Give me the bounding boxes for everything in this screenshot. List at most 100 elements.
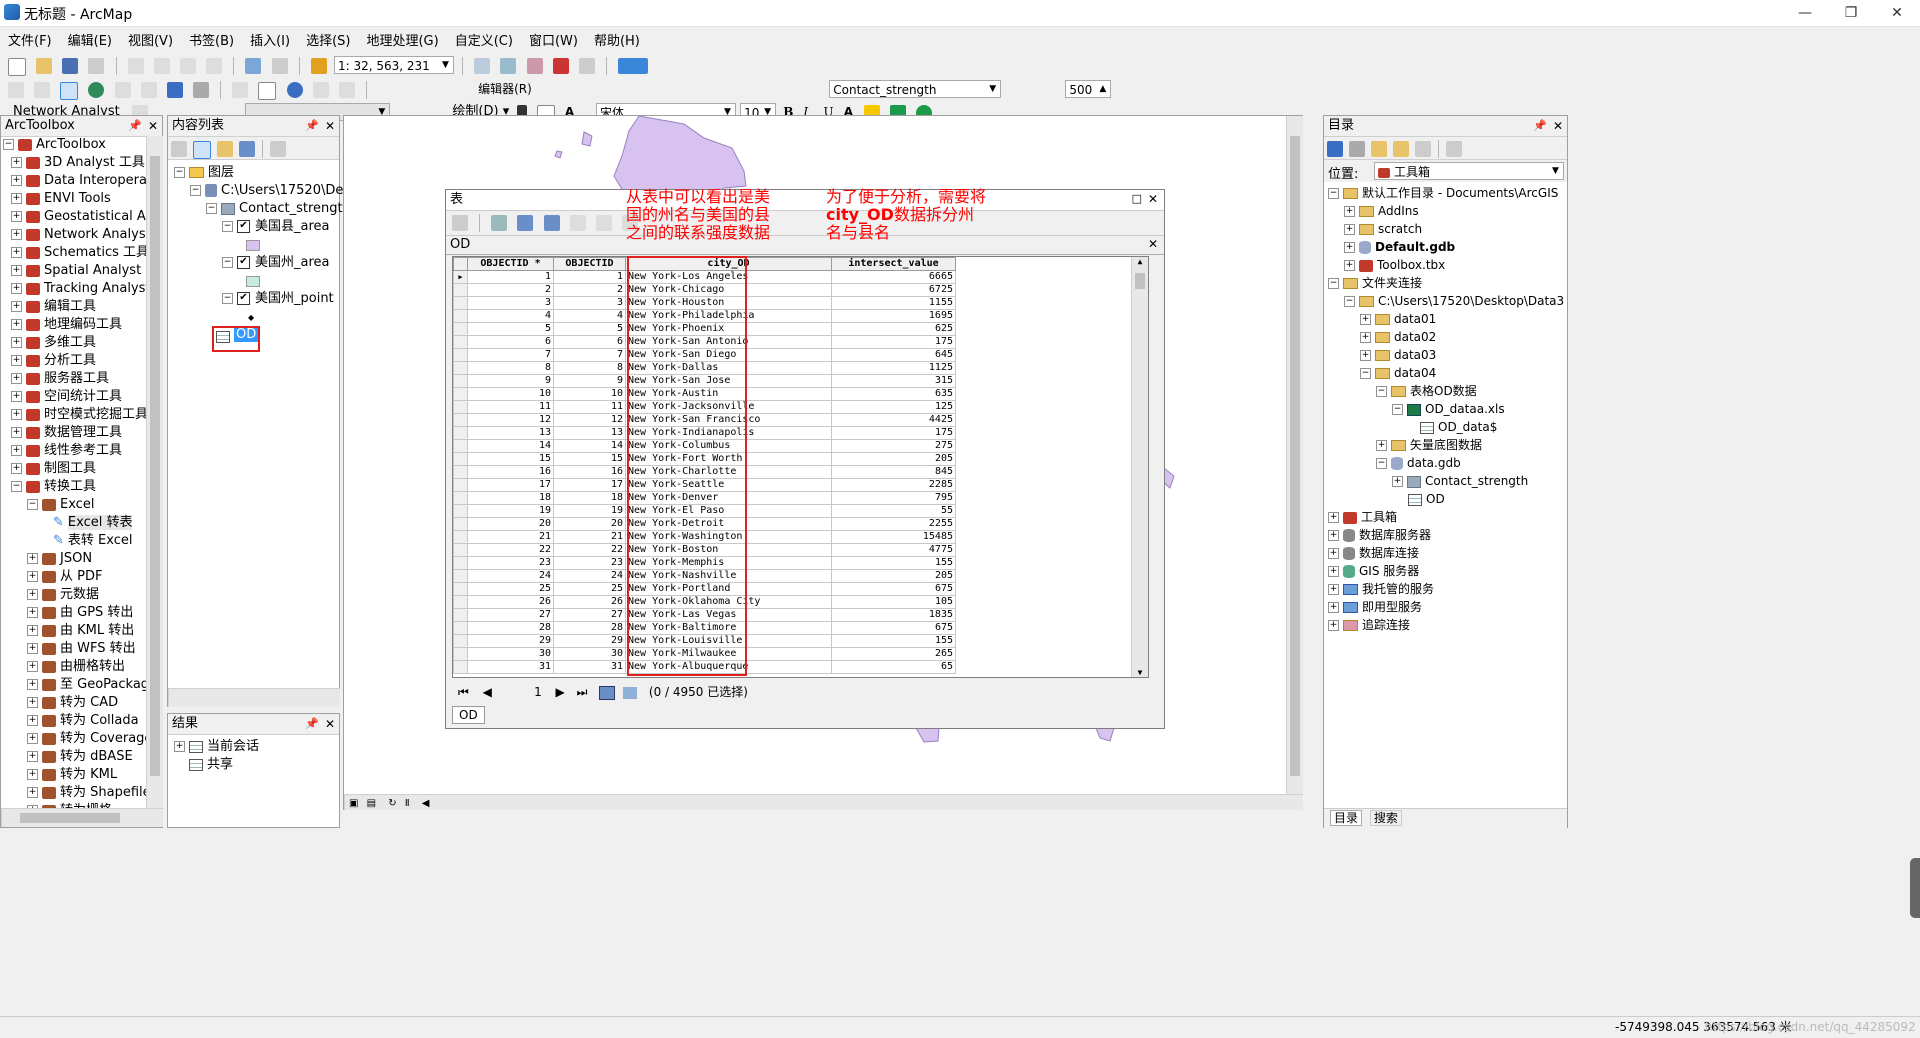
toc-dataset-contact-strength[interactable]: Contact_strength [239,201,351,216]
cat-od-table[interactable]: OD [1426,492,1445,506]
toolbox-item[interactable]: + 时空模式挖掘工具 [1,406,146,424]
col-header-intersect-value[interactable]: intersect_value [831,257,956,271]
close-icon[interactable]: ✕ [1148,192,1158,206]
print-icon[interactable] [88,58,105,74]
toolbox-item[interactable]: + 线性参考工具 [1,442,146,460]
open-icon[interactable] [36,58,53,74]
up-level-icon[interactable] [1371,141,1387,157]
toc-layer-state-area[interactable]: 美国州_area [255,255,330,270]
attribute-grid[interactable]: OBJECTID * OBJECTID city_OD intersect_va… [452,256,1149,678]
map-scale-combo[interactable]: 1: 32, 563, 231 ▼ [333,56,454,74]
select-elements-icon[interactable] [258,82,277,100]
toolbox-item[interactable]: + ENVI Tools [1,190,146,208]
row-selector[interactable] [453,309,468,323]
cat-data01[interactable]: data01 [1394,312,1436,326]
row-selector[interactable] [453,452,468,466]
toolset-item[interactable]: + 由 WFS 转出 [1,640,146,658]
cat-scratch[interactable]: scratch [1378,222,1422,236]
identify-icon[interactable] [286,82,303,98]
toolbox-item[interactable]: + Schematics 工具 [1,244,146,262]
close-button[interactable]: ✕ [1874,0,1920,26]
cat-toolbox-tbx[interactable]: Toolbox.tbx [1377,258,1445,272]
toolset-item[interactable]: + 元数据 [1,586,146,604]
toolset-item[interactable]: + 转为 CAD [1,694,146,712]
clear-selection-icon[interactable] [569,215,586,231]
refresh-button[interactable]: ↻ [388,798,396,809]
zoom-to-selected-icon[interactable] [595,215,612,231]
row-selector[interactable] [453,660,468,674]
toolbox-item[interactable]: +Data Interoperability 工具 [1,172,146,190]
cat-ready-services[interactable]: 即用型服务 [1362,600,1422,614]
minimize-button[interactable]: — [1782,0,1828,26]
toolbox-item[interactable]: +3D Analyst 工具 [1,154,146,172]
switch-selection-icon[interactable] [543,215,560,231]
scroll-left-button[interactable]: ◀ [422,798,430,809]
pause-drawing-button[interactable]: Ⅱ [405,798,410,809]
close-icon[interactable]: ✕ [1553,116,1563,136]
cat-database-connections[interactable]: 数据库连接 [1359,546,1419,560]
redo-icon[interactable] [271,58,288,74]
list-by-selection-icon[interactable] [239,141,255,157]
row-selector[interactable] [453,556,468,570]
cat-addins[interactable]: AddIns [1378,204,1419,218]
row-selector[interactable] [453,400,468,414]
cut-icon[interactable] [127,58,144,74]
tool-table-to-excel[interactable]: 表转 Excel [68,533,133,548]
menu-view[interactable]: 视图(V) [120,28,181,51]
results-current-session[interactable]: 当前会话 [207,739,259,754]
show-selected-records-icon[interactable] [623,686,638,699]
copy-icon[interactable] [153,58,170,74]
maximize-icon[interactable]: □ [1132,192,1142,205]
layout-view-button[interactable]: ▤ [367,798,376,809]
last-record-button[interactable]: ⏭ [577,685,588,699]
layer-visibility-checkbox[interactable]: ✔ [237,292,250,305]
row-selector[interactable] [453,374,468,388]
zoom-value-combo[interactable]: 500 ▲ [1065,80,1112,98]
row-selector[interactable] [453,608,468,622]
cat-od-xls[interactable]: OD_dataa.xls [1425,402,1505,416]
connect-folder-icon[interactable] [1415,141,1431,157]
row-selector[interactable] [453,491,468,505]
toolset-item[interactable]: + 由栅格转出 [1,658,146,676]
cat-my-hosted-services[interactable]: 我托管的服务 [1362,582,1434,596]
save-icon[interactable] [62,58,79,74]
zoom-out-icon[interactable] [34,82,51,98]
find-icon[interactable] [312,82,329,98]
row-selector[interactable] [453,465,468,479]
undo-icon[interactable] [245,58,262,74]
restore-button[interactable]: ❐ [1828,0,1874,26]
toolbox-item[interactable]: + 空间统计工具 [1,388,146,406]
cat-table-od-folder[interactable]: 表格OD数据 [1410,384,1477,398]
zoom-in-icon[interactable] [8,82,24,98]
toolbox-item[interactable]: − 转换工具 [1,478,146,496]
close-icon[interactable]: ✕ [148,116,158,136]
toolbox-item[interactable]: + 服务器工具 [1,370,146,388]
toolset-item[interactable]: + 由 KML 转出 [1,622,146,640]
toolset-item[interactable]: + 转为 Shapefile [1,784,146,802]
cat-contact-strength[interactable]: Contact_strength [1425,474,1528,488]
row-selector[interactable] [453,530,468,544]
cat-data3[interactable]: C:\Users\17520\Desktop\Data3 [1378,294,1564,308]
toc-layer-county-area[interactable]: 美国县_area [255,219,330,234]
toolbox-item[interactable]: +Tracking Analyst 工具 [1,280,146,298]
row-selector[interactable] [453,621,468,635]
previous-record-button[interactable]: ◀ [483,685,492,699]
toolbox-item[interactable]: +Network Analyst 工具 [1,226,146,244]
related-tables-icon[interactable] [491,215,508,231]
cat-tracking-connections[interactable]: 追踪连接 [1362,618,1410,632]
row-selector[interactable] [453,543,468,557]
menu-insert[interactable]: 插入(I) [242,28,298,51]
cat-toolboxes[interactable]: 工具箱 [1361,510,1397,524]
toolset-item[interactable]: + 由 GPS 转出 [1,604,146,622]
row-selector[interactable] [453,634,468,648]
row-selector[interactable] [453,348,468,362]
list-by-source-icon[interactable] [193,141,211,159]
row-selector[interactable] [453,322,468,336]
arctoolbox-hscroll[interactable] [1,808,163,827]
tool-excel-to-table[interactable]: Excel 转表 [67,515,133,530]
cat-data03[interactable]: data03 [1394,348,1436,362]
menu-help[interactable]: 帮助(H) [586,28,648,51]
toolset-item[interactable]: + 从 PDF [1,568,146,586]
select-by-attributes-icon[interactable] [517,215,534,231]
toolbox-item[interactable]: +Spatial Analyst 工具 [1,262,146,280]
